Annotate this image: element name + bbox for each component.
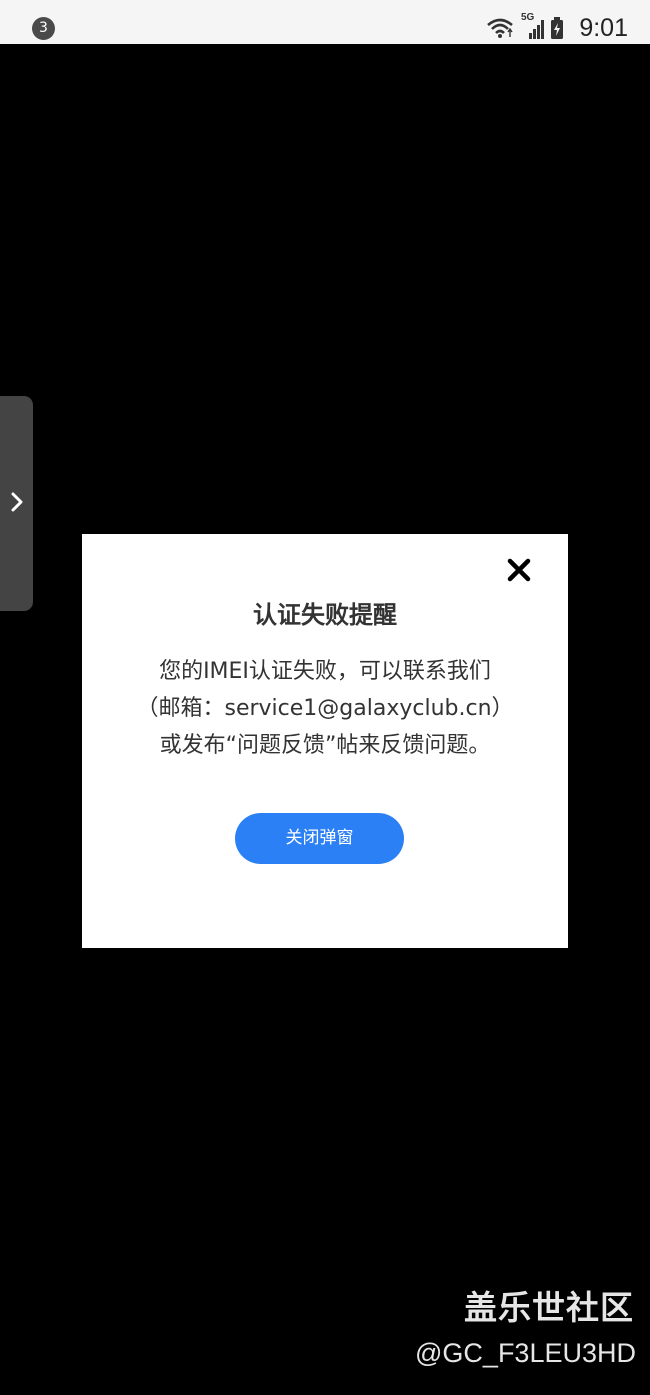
watermark-user-id: @GC_F3LEU3HD [415,1338,636,1368]
dialog-message: 您的IMEI认证失败，可以联系我们 （邮箱：service1@galaxyclu… [112,653,538,764]
wifi-icon [486,16,514,40]
message-line: （邮箱：service1@galaxyclub.cn） [136,696,514,721]
message-line: 或发布“问题反馈”帖来反馈问题。 [159,733,491,758]
message-line: 您的IMEI认证失败，可以联系我们 [159,659,491,684]
close-icon[interactable] [506,557,532,583]
clock: 9:01 [579,14,628,42]
network-type-label: 5G [521,12,535,23]
dialog-title: 认证失败提醒 [253,601,397,629]
close-dialog-button[interactable]: 关闭弹窗 [235,813,404,864]
auth-failed-dialog: 认证失败提醒 您的IMEI认证失败，可以联系我们 （邮箱：service1@ga… [82,534,568,948]
status-bar: 3 5G 9:01 [0,0,650,44]
battery-charging-icon [550,16,564,40]
notification-count-badge: 3 [32,17,55,40]
side-panel-handle[interactable] [0,396,33,611]
status-icons: 5G [486,12,564,43]
chevron-right-icon [11,492,23,512]
watermark-brand: 盖乐世社区 [464,1288,634,1327]
signal-5g-icon: 5G [520,12,544,41]
